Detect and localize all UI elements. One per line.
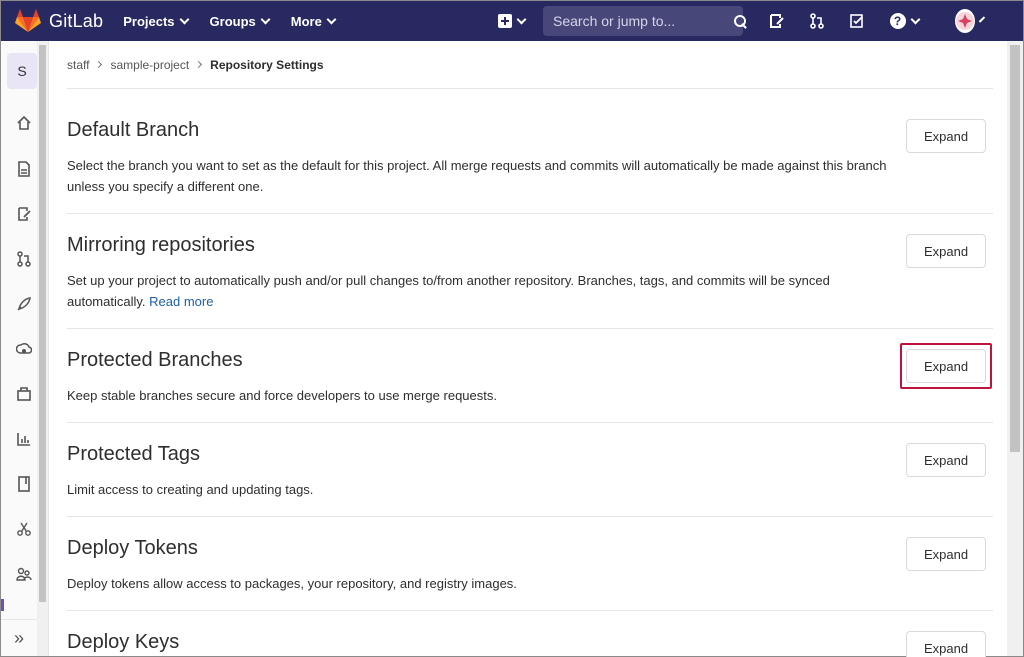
wiki-icon[interactable] xyxy=(15,475,33,493)
chevron-right-icon xyxy=(195,60,203,69)
main-scrollbar-thumb[interactable] xyxy=(1010,45,1020,452)
groups-menu-label: Groups xyxy=(209,13,256,29)
chevron-right-icon xyxy=(95,60,103,69)
section-description: Deploy tokens allow access to packages, … xyxy=(67,576,517,591)
project-avatar[interactable]: S xyxy=(7,53,37,89)
breadcrumb-current: Repository Settings xyxy=(210,57,324,72)
section-title: Protected Tags xyxy=(67,443,201,465)
issues-icon xyxy=(770,14,784,28)
packages-icon[interactable] xyxy=(15,385,33,403)
merge-requests-icon[interactable] xyxy=(15,250,33,268)
section-description: Keep stable branches secure and force de… xyxy=(67,388,497,403)
more-menu-label: More xyxy=(290,13,322,29)
section-default-branch: Default Branch Select the branch you wan… xyxy=(67,89,993,214)
expand-mirroring-button[interactable]: Expand xyxy=(906,234,986,268)
user-menu-button[interactable] xyxy=(941,9,986,33)
projects-menu-label: Projects xyxy=(123,13,175,29)
read-more-link[interactable]: Read more xyxy=(149,294,213,309)
project-sidebar: S » xyxy=(1,41,49,656)
highlight-box xyxy=(900,343,992,389)
chevron-down-icon xyxy=(516,14,527,24)
brand-name: GitLab xyxy=(49,10,104,31)
nav-right: ? xyxy=(498,6,1023,36)
chevron-down-icon xyxy=(326,14,337,24)
ci-cd-icon[interactable] xyxy=(15,295,33,313)
merge-request-icon xyxy=(810,13,824,29)
section-protected-branches: Protected Branches Keep stable branches … xyxy=(67,329,993,423)
todos-nav-button[interactable] xyxy=(847,11,867,31)
section-description-wrap: Set up your project to automatically pus… xyxy=(67,270,887,312)
gitlab-logo-icon xyxy=(15,9,41,32)
chevron-down-icon xyxy=(910,14,920,24)
top-navbar: GitLab Projects Groups More ? xyxy=(1,1,1023,41)
nav-menu: Projects Groups More xyxy=(123,14,357,29)
section-title: Mirroring repositories xyxy=(67,234,255,256)
collapse-sidebar-button[interactable]: » xyxy=(1,619,37,656)
section-deploy-tokens: Deploy Tokens Deploy tokens allow access… xyxy=(67,517,993,611)
more-menu[interactable]: More xyxy=(290,13,337,29)
chevron-down-icon xyxy=(978,15,986,23)
repository-icon[interactable] xyxy=(15,160,33,178)
gitlab-home-link[interactable]: GitLab xyxy=(15,1,103,41)
help-icon: ? xyxy=(889,13,906,29)
search-input[interactable] xyxy=(553,13,734,29)
breadcrumb-item-project[interactable]: sample-project xyxy=(110,58,189,72)
section-title: Default Branch xyxy=(67,119,200,141)
double-chevron-right-icon: » xyxy=(13,627,24,648)
merge-requests-nav-button[interactable] xyxy=(807,11,827,31)
active-item-indicator xyxy=(1,599,4,611)
expand-deploy-keys-button[interactable]: Expand xyxy=(906,631,986,657)
operations-icon[interactable] xyxy=(15,340,33,358)
new-dropdown-button[interactable] xyxy=(498,14,527,28)
search-box[interactable] xyxy=(543,6,746,36)
groups-menu[interactable]: Groups xyxy=(209,13,271,29)
breadcrumb-item-staff[interactable]: staff xyxy=(67,58,89,72)
todo-icon xyxy=(850,14,863,28)
projects-menu[interactable]: Projects xyxy=(123,13,189,29)
members-icon[interactable] xyxy=(15,565,33,583)
home-icon[interactable] xyxy=(15,114,33,132)
sidebar-scrollbar-thumb[interactable] xyxy=(39,45,46,602)
snippets-icon[interactable] xyxy=(15,520,33,538)
section-description: Limit access to creating and updating ta… xyxy=(67,482,314,497)
expand-protected-tags-button[interactable]: Expand xyxy=(906,443,986,477)
avatar-identicon-icon xyxy=(956,12,974,30)
main-scrollbar[interactable] xyxy=(1007,41,1023,656)
main-content: staff sample-project Repository Settings… xyxy=(67,41,993,657)
plus-square-icon xyxy=(498,14,512,28)
issues-icon[interactable] xyxy=(15,205,33,223)
sidebar-scrollbar[interactable] xyxy=(37,41,48,656)
section-mirroring: Mirroring repositories Set up your proje… xyxy=(67,214,993,329)
chevron-down-icon xyxy=(260,14,271,24)
expand-deploy-tokens-button[interactable]: Expand xyxy=(906,537,986,571)
breadcrumb: staff sample-project Repository Settings xyxy=(67,41,993,89)
section-title: Deploy Keys xyxy=(67,631,180,653)
analytics-icon[interactable] xyxy=(15,430,33,448)
section-title: Protected Branches xyxy=(67,349,243,371)
section-title: Deploy Tokens xyxy=(67,537,198,559)
expand-default-branch-button[interactable]: Expand xyxy=(906,119,986,153)
section-deploy-keys: Deploy Keys Expand xyxy=(67,611,993,657)
section-description: Select the branch you want to set as the… xyxy=(67,158,887,194)
section-protected-tags: Protected Tags Limit access to creating … xyxy=(67,423,993,517)
issues-nav-button[interactable] xyxy=(767,11,787,31)
help-menu-button[interactable]: ? xyxy=(887,11,921,31)
avatar xyxy=(955,9,975,33)
chevron-down-icon xyxy=(179,14,189,24)
